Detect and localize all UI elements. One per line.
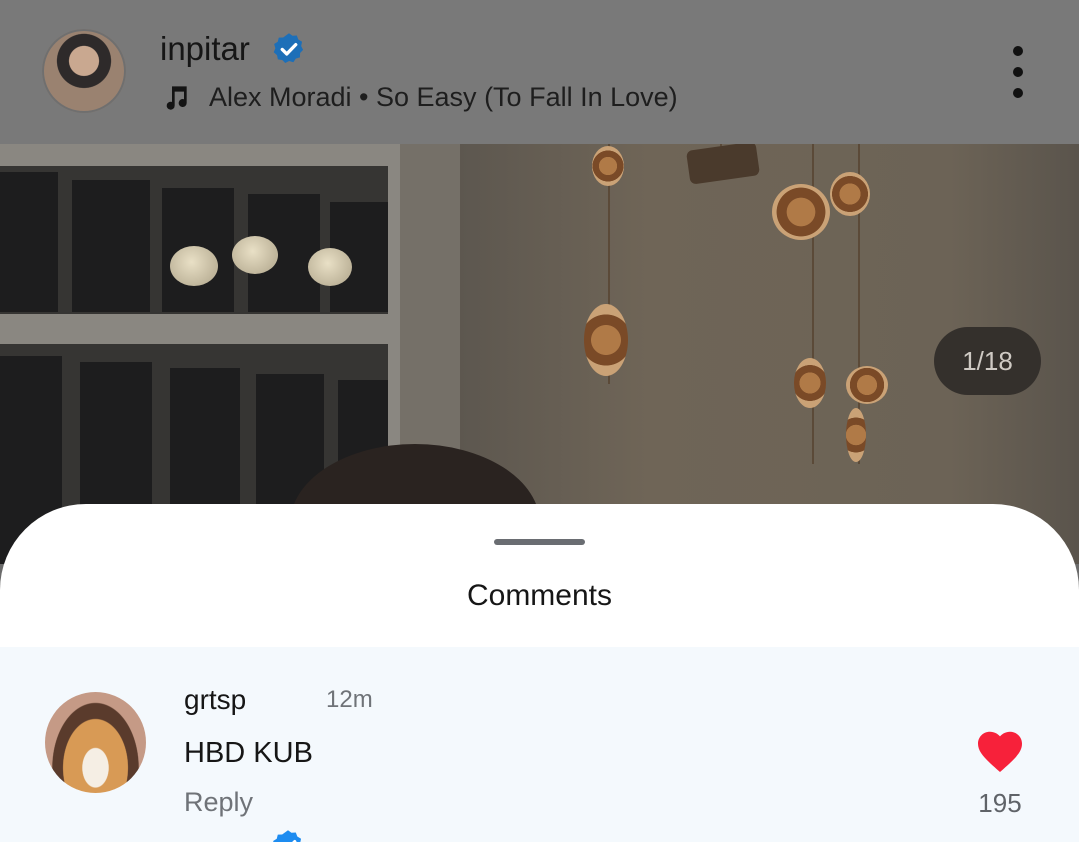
cinnamon-sticks xyxy=(685,144,761,185)
comment-item: grtsp 12m HBD KUB Reply 195 xyxy=(0,647,1079,842)
lamp xyxy=(170,246,218,286)
profile-avatar[interactable] xyxy=(42,29,126,113)
window-frame xyxy=(0,314,400,344)
more-vertical-icon xyxy=(1013,46,1023,56)
lamp xyxy=(308,248,352,286)
comment-text: HBD KUB xyxy=(184,737,313,769)
music-row[interactable]: Alex Moradi • So Easy (To Fall In Love) xyxy=(160,80,678,114)
more-dot xyxy=(1013,67,1023,77)
music-note-icon xyxy=(166,86,187,110)
orange-slice xyxy=(772,184,830,240)
like-count: 195 xyxy=(978,788,1022,818)
commenter-avatar[interactable] xyxy=(45,692,146,793)
comments-sheet: Comments grtsp 12m HBD KUB Reply 195 xyxy=(0,504,1079,842)
more-options-button[interactable] xyxy=(1003,46,1033,98)
orange-slice xyxy=(794,358,826,408)
comment-username[interactable]: grtsp xyxy=(184,684,246,716)
post-username[interactable]: inpitar xyxy=(160,30,250,68)
window-frame xyxy=(0,144,400,166)
orange-slice xyxy=(592,146,624,186)
orange-slice xyxy=(830,172,870,216)
orange-slice xyxy=(846,408,866,462)
window-pane xyxy=(0,172,58,312)
comment-timestamp: 12m xyxy=(326,686,373,713)
verified-badge-icon xyxy=(273,830,302,842)
drag-handle[interactable] xyxy=(494,539,585,545)
heart-icon[interactable] xyxy=(976,729,1024,773)
more-dot xyxy=(1013,88,1023,98)
post-header: inpitar Alex Moradi • So Easy (To Fall I… xyxy=(0,0,1079,144)
post-photo[interactable]: 1/18 xyxy=(0,144,1079,564)
verified-badge-icon xyxy=(273,33,304,63)
window-pane xyxy=(72,180,150,312)
reply-button[interactable]: Reply xyxy=(184,787,253,818)
orange-slice xyxy=(584,304,628,376)
lamp xyxy=(232,236,278,274)
orange-slice xyxy=(846,366,888,404)
comments-title: Comments xyxy=(466,579,613,612)
music-track-label: Alex Moradi • So Easy (To Fall In Love) xyxy=(209,81,678,112)
image-counter-badge: 1/18 xyxy=(934,327,1041,395)
